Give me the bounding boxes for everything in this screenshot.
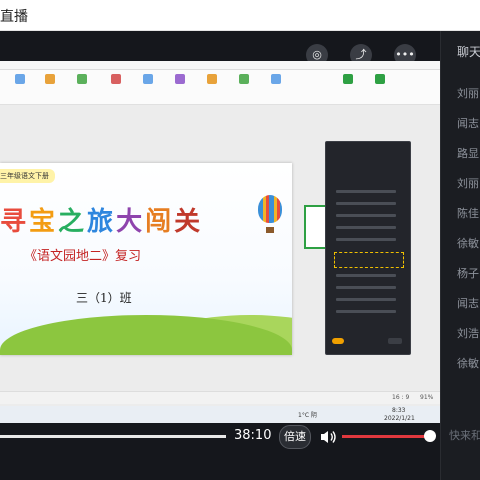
balloon-basket-icon xyxy=(266,227,274,233)
slide-title: 寻宝之旅大闯关 xyxy=(0,201,203,238)
chat-message-sender: 路显 xyxy=(457,147,479,160)
chat-message-sender: 徐敏 xyxy=(457,237,479,250)
chat-message-sender: 闻志 xyxy=(457,117,479,130)
panel-row xyxy=(336,298,396,301)
chat-message-sender: 杨子 xyxy=(457,267,479,280)
ppt-slide: 三年级语文下册 寻宝之旅大闯关 《语文园地二》复习 三（1）班 xyxy=(0,163,292,355)
panel-highlight xyxy=(334,252,404,268)
chat-panel: 聊天 刘丽 闻志 路显 刘丽 陈佳 徐敏 杨子 闻志 刘浩 徐敏 快来和 xyxy=(440,31,480,480)
chat-input[interactable]: 快来和 xyxy=(449,427,480,443)
ribbon-tool-icon xyxy=(104,72,128,87)
chat-panel-title: 聊天 xyxy=(457,45,480,59)
slide-title-char: 闯 xyxy=(145,207,175,237)
progress-bar[interactable] xyxy=(0,435,226,438)
speed-button[interactable]: 倍速 xyxy=(279,425,311,449)
ribbon-tool-icon xyxy=(368,72,392,87)
panel-row xyxy=(336,310,396,313)
slide-title-char: 之 xyxy=(58,207,88,237)
volume-icon[interactable] xyxy=(318,427,338,447)
slide-title-char: 宝 xyxy=(29,207,59,237)
chat-message-sender: 刘浩 xyxy=(457,327,479,340)
slide-title-char: 寻 xyxy=(0,207,30,237)
slide-banner: 三年级语文下册 xyxy=(0,169,55,183)
panel-row xyxy=(336,214,396,217)
panel-row xyxy=(336,190,396,193)
volume-fill xyxy=(342,435,431,438)
teaching-tool-panel xyxy=(325,141,411,355)
player-controls: 38:10 倍速 xyxy=(0,421,440,453)
ppt-ribbon xyxy=(0,70,440,105)
panel-row xyxy=(336,238,396,241)
ribbon-tool-icon xyxy=(200,72,224,87)
ppt-zoom: 91% xyxy=(420,394,434,401)
panel-stats xyxy=(332,154,402,168)
weather-text: 1°C 阴 xyxy=(298,412,317,419)
ribbon-tool-icon xyxy=(70,72,94,87)
volume-knob[interactable] xyxy=(424,430,437,442)
slide-subtitle: 《语文园地二》复习 xyxy=(24,249,142,264)
ppt-status-bar: 16 : 9 91% xyxy=(0,391,440,404)
hot-air-balloon-icon xyxy=(258,195,282,223)
panel-row xyxy=(336,286,396,289)
panel-row xyxy=(336,274,396,277)
shared-screen: 三年级语文下册 寻宝之旅大闯关 《语文园地二》复习 三（1）班 16: 9 9… xyxy=(0,61,440,423)
chat-message-sender: 刘丽 xyxy=(457,87,479,100)
ribbon-tool-icon xyxy=(232,72,256,87)
chat-message-sender: 陈佳 xyxy=(457,207,479,220)
chat-message-sender: 刘丽 xyxy=(457,177,479,190)
panel-action-button xyxy=(332,338,344,344)
ribbon-tool-icon xyxy=(336,72,360,87)
chat-message-sender: 闻志 xyxy=(457,297,479,310)
top-bar: 直播 xyxy=(0,0,480,31)
clock-time: 8:33 xyxy=(392,407,406,414)
slide-title-char: 关 xyxy=(174,207,204,237)
ribbon-tool-icon xyxy=(168,72,192,87)
volume-slider[interactable] xyxy=(342,430,437,442)
panel-action-button xyxy=(388,338,402,344)
panel-row xyxy=(336,226,396,229)
slide-class-label: 三（1）班 xyxy=(76,291,132,305)
ppt-ratio: 16 : 9 xyxy=(392,394,410,401)
slide-title-char: 旅 xyxy=(87,207,117,237)
panel-row xyxy=(336,202,396,205)
elapsed-time: 38:10 xyxy=(234,428,272,443)
video-stage[interactable]: ◎ ⤴ ••• 三年级语文下册 寻宝之旅大闯关 《语文园地二》复习 三（1）班 xyxy=(0,31,440,480)
ribbon-tool-icon xyxy=(38,72,62,87)
ribbon-tool-icon xyxy=(8,72,32,87)
app-title: 直播 xyxy=(0,9,28,25)
chat-list: 刘丽 闻志 路显 刘丽 陈佳 徐敏 杨子 闻志 刘浩 徐敏 xyxy=(457,79,480,379)
ribbon-tool-icon xyxy=(264,72,288,87)
ppt-titlebar xyxy=(0,61,440,70)
ribbon-tool-icon xyxy=(136,72,160,87)
chat-message-sender: 徐敏 xyxy=(457,357,479,370)
slide-title-char: 大 xyxy=(116,207,146,237)
